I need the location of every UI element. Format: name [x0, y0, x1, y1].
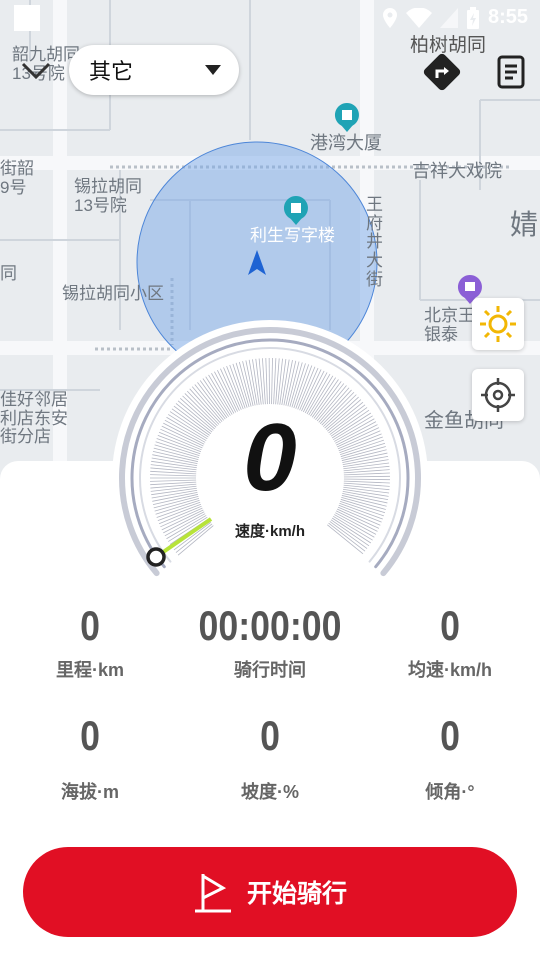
stat-label: 海拔·m — [61, 782, 119, 802]
needle-pivot — [146, 547, 166, 567]
map-label: 利生写字楼 — [250, 226, 335, 245]
stat-value: 00:00:00 — [198, 602, 342, 649]
map-label: 港湾大厦 — [310, 133, 382, 153]
start-ride-label: 开始骑行 — [246, 880, 347, 908]
map-label: 街韶 9号 — [0, 159, 34, 197]
stat-label: 坡度·% — [241, 782, 299, 802]
sun-icon — [480, 306, 516, 342]
wifi-icon — [405, 7, 432, 28]
map-label: 婧 — [510, 209, 539, 240]
speed-value: 0 — [243, 404, 297, 511]
map-label: 王 府 井 大 街 — [366, 195, 383, 289]
start-ride-button[interactable]: 开始骑行 — [23, 847, 517, 937]
map-label: 锡拉胡同小区 — [62, 284, 164, 303]
stat-label: 均速·km/h — [407, 660, 492, 680]
sport-type-dropdown[interactable]: 其它 — [69, 45, 239, 95]
stat-slope: 0 坡度·% — [180, 712, 360, 804]
map-label: 锡拉胡同 13号院 — [74, 177, 142, 215]
crosshair-icon — [481, 378, 515, 412]
brightness-button[interactable] — [472, 298, 524, 350]
flag-icon — [194, 874, 231, 913]
status-bar: 8:55 — [0, 0, 540, 36]
stat-value: 0 — [80, 712, 100, 759]
battery-icon — [466, 6, 479, 29]
stat-altitude: 0 海拔·m — [0, 712, 180, 804]
collapse-chevron-icon[interactable] — [20, 58, 52, 84]
status-time: 8:55 — [487, 6, 528, 28]
stat-lean-angle: 0 倾角·° — [360, 712, 540, 804]
route-icon[interactable] — [422, 52, 462, 92]
map-label: 同 — [0, 264, 17, 283]
map-label: 吉祥大戏院 — [412, 161, 502, 181]
stat-label: 骑行时间 — [234, 660, 306, 680]
map-label: 佳好邻居 利店东安 街分店 — [0, 390, 68, 447]
stat-value: 0 — [80, 602, 100, 649]
notification-icon — [14, 5, 40, 31]
stat-value: 0 — [260, 712, 280, 759]
stat-label: 里程·km — [55, 660, 124, 680]
locate-button[interactable] — [472, 369, 524, 421]
caret-down-icon — [205, 65, 221, 75]
location-status-icon — [382, 7, 397, 28]
stat-value: 0 — [440, 602, 460, 649]
speed-unit-label: 速度·km/h — [234, 523, 305, 540]
stat-ride-time: 00:00:00 骑行时间 — [180, 602, 360, 682]
signal-icon — [439, 7, 458, 28]
stat-label: 倾角·° — [425, 782, 475, 802]
records-list-icon[interactable] — [491, 52, 531, 92]
stat-avg-speed: 0 均速·km/h — [360, 602, 540, 682]
stat-distance: 0 里程·km — [0, 602, 180, 682]
sport-type-label: 其它 — [89, 59, 134, 84]
stat-value: 0 — [440, 712, 460, 759]
